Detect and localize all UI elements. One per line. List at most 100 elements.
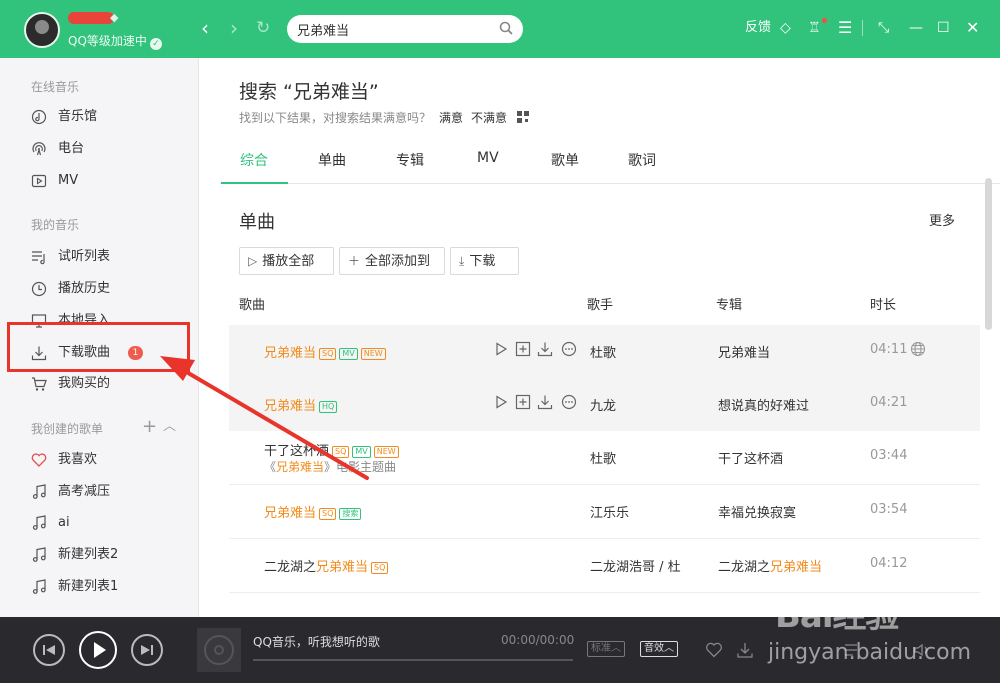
table-row[interactable]: 兄弟难当 HQ 九龙 想说真的好难过 04:21 bbox=[229, 378, 980, 431]
singer-link[interactable]: 二龙湖浩哥 / 杜 bbox=[590, 556, 681, 575]
column-header-singer[interactable]: 歌手 bbox=[587, 294, 613, 313]
add-icon[interactable] bbox=[515, 341, 531, 357]
sidebar-item-playlist[interactable]: ai bbox=[31, 512, 191, 534]
table-row[interactable]: 干了这杯酒 SQ MV NEW 《兄弟难当》电影主题曲 杜歌 干了这杯酒 03:44 bbox=[229, 431, 980, 484]
song-name[interactable]: 干了这杯酒 SQ MV NEW bbox=[264, 440, 399, 459]
forward-icon[interactable]: › bbox=[230, 17, 238, 39]
play-icon[interactable] bbox=[493, 341, 509, 357]
download-icon: ⤓ bbox=[459, 254, 465, 268]
album-link[interactable]: 幸福兑换寂寞 bbox=[718, 502, 796, 521]
active-tab-indicator bbox=[221, 182, 288, 184]
duration: 03:54 bbox=[870, 502, 908, 517]
singer-link[interactable]: 杜歌 bbox=[590, 448, 616, 467]
globe-icon[interactable] bbox=[910, 341, 926, 357]
column-header-album[interactable]: 专辑 bbox=[716, 294, 742, 313]
table-row[interactable]: 二龙湖之兄弟难当 SQ 二龙湖浩哥 / 杜 二龙湖之兄弟难当 04:12 bbox=[229, 539, 980, 592]
diamond-icon[interactable]: ◇ bbox=[780, 19, 791, 37]
search-icon[interactable] bbox=[499, 21, 513, 35]
more-link[interactable]: 更多 bbox=[929, 210, 955, 229]
download-icon[interactable] bbox=[537, 394, 553, 410]
mv-badge[interactable]: MV bbox=[339, 348, 358, 360]
music-hall-icon bbox=[31, 109, 47, 125]
add-all-button[interactable]: ＋全部添加到 bbox=[339, 247, 445, 275]
column-header-song[interactable]: 歌曲 bbox=[239, 294, 265, 313]
search-box bbox=[287, 15, 523, 43]
add-playlist-icon[interactable]: + bbox=[142, 418, 157, 436]
refresh-icon[interactable]: ↻ bbox=[256, 17, 270, 39]
sidebar-item-label: 我购买的 bbox=[58, 376, 111, 391]
download-button[interactable]: ⤓ 下载 bbox=[450, 247, 519, 275]
close-icon[interactable]: ✕ bbox=[966, 19, 979, 37]
progress-bar[interactable] bbox=[253, 659, 573, 661]
sidebar-item-playlist[interactable]: 新建列表2 bbox=[31, 544, 191, 566]
album-link[interactable]: 想说真的好难过 bbox=[718, 395, 809, 414]
sidebar-item-radio[interactable]: 电台 bbox=[31, 138, 191, 160]
sidebar-item-trial-list[interactable]: 试听列表 bbox=[31, 246, 191, 268]
avatar[interactable] bbox=[24, 12, 60, 48]
sidebar-item-playlist[interactable]: 高考减压 bbox=[31, 481, 191, 503]
scrollbar[interactable] bbox=[985, 178, 992, 330]
add-icon[interactable] bbox=[515, 394, 531, 410]
sound-effect-button[interactable]: 音效︿ bbox=[640, 641, 678, 657]
song-name[interactable]: 兄弟难当 SQ 搜索 bbox=[264, 502, 362, 521]
section-header-my-music: 我的音乐 bbox=[31, 218, 80, 232]
sidebar-item-playlist[interactable]: 新建列表1 bbox=[31, 576, 191, 598]
song-name[interactable]: 二龙湖之兄弟难当 SQ bbox=[264, 556, 389, 575]
skin-icon[interactable]: ♖ bbox=[808, 19, 821, 37]
download-icon[interactable] bbox=[537, 341, 553, 357]
chevron-up-icon[interactable]: ︿ bbox=[163, 418, 176, 436]
not-satisfied-link[interactable]: 不满意 bbox=[471, 111, 507, 125]
radio-icon bbox=[32, 142, 46, 156]
minimize-icon[interactable]: — bbox=[909, 19, 923, 37]
table-row[interactable]: 兄弟难当 SQ 搜索 江乐乐 幸福兑换寂寞 03:54 bbox=[229, 485, 980, 538]
tab-overview[interactable]: 综合 bbox=[240, 150, 268, 170]
sq-badge: SQ bbox=[332, 446, 350, 458]
sidebar-item-mv[interactable]: MV bbox=[31, 170, 191, 192]
back-icon[interactable]: ‹ bbox=[201, 17, 209, 39]
tab-lyrics[interactable]: 歌词 bbox=[628, 150, 656, 170]
next-button[interactable] bbox=[131, 634, 163, 666]
previous-button[interactable] bbox=[33, 634, 65, 666]
duration: 03:44 bbox=[870, 448, 908, 463]
download-icon[interactable] bbox=[736, 641, 754, 659]
tab-mv[interactable]: MV bbox=[477, 150, 499, 166]
username-redacted[interactable] bbox=[68, 12, 114, 24]
column-header-duration[interactable]: 时长 bbox=[870, 294, 896, 313]
tab-songs[interactable]: 单曲 bbox=[318, 150, 346, 170]
maximize-icon[interactable]: ☐ bbox=[937, 19, 950, 37]
play-all-button[interactable]: ▷ 播放全部 bbox=[239, 247, 334, 275]
tab-playlists[interactable]: 歌单 bbox=[551, 150, 579, 170]
search-input[interactable] bbox=[297, 20, 487, 38]
quality-button[interactable]: 标准︿ bbox=[587, 641, 625, 657]
sidebar-item-history[interactable]: 播放历史 bbox=[31, 278, 191, 300]
table-row[interactable]: 兄弟难当 SQ MV NEW 杜歌 兄弟难当 04:11 bbox=[229, 325, 980, 378]
album-link[interactable]: 干了这杯酒 bbox=[718, 448, 783, 467]
song-name[interactable]: 兄弟难当 SQ MV NEW bbox=[264, 342, 386, 361]
song-subtitle: 《兄弟难当》电影主题曲 bbox=[264, 460, 397, 474]
mv-badge[interactable]: MV bbox=[352, 446, 371, 458]
play-icon[interactable] bbox=[493, 394, 509, 410]
more-options-icon[interactable] bbox=[561, 341, 577, 357]
heart-icon[interactable] bbox=[705, 641, 723, 659]
user-level[interactable]: QQ等级加速中 ✓ bbox=[68, 32, 162, 50]
qr-code-icon[interactable] bbox=[517, 111, 530, 123]
singer-link[interactable]: 杜歌 bbox=[590, 342, 616, 361]
tab-albums[interactable]: 专辑 bbox=[396, 150, 424, 170]
mini-mode-icon[interactable]: ⤡ bbox=[878, 19, 889, 37]
song-name[interactable]: 兄弟难当 HQ bbox=[264, 395, 338, 414]
sidebar-item-purchased[interactable]: 我购买的 bbox=[31, 373, 191, 395]
album-link[interactable]: 二龙湖之兄弟难当 bbox=[718, 556, 822, 575]
album-cover[interactable] bbox=[197, 628, 241, 672]
sidebar-item-favorites[interactable]: 我喜欢 bbox=[31, 449, 191, 471]
singer-link[interactable]: 江乐乐 bbox=[590, 502, 629, 521]
more-options-icon[interactable] bbox=[561, 394, 577, 410]
vip-gem-icon: ◆ bbox=[110, 11, 119, 24]
feedback-link[interactable]: 反馈 bbox=[745, 19, 771, 37]
satisfied-link[interactable]: 满意 bbox=[439, 111, 463, 125]
annotation-highlight-box bbox=[7, 322, 190, 372]
play-button[interactable] bbox=[79, 631, 117, 669]
album-link[interactable]: 兄弟难当 bbox=[718, 342, 770, 361]
sidebar-item-music-hall[interactable]: 音乐馆 bbox=[31, 106, 191, 128]
singer-link[interactable]: 九龙 bbox=[590, 395, 616, 414]
menu-icon[interactable]: ☰ bbox=[838, 19, 852, 37]
